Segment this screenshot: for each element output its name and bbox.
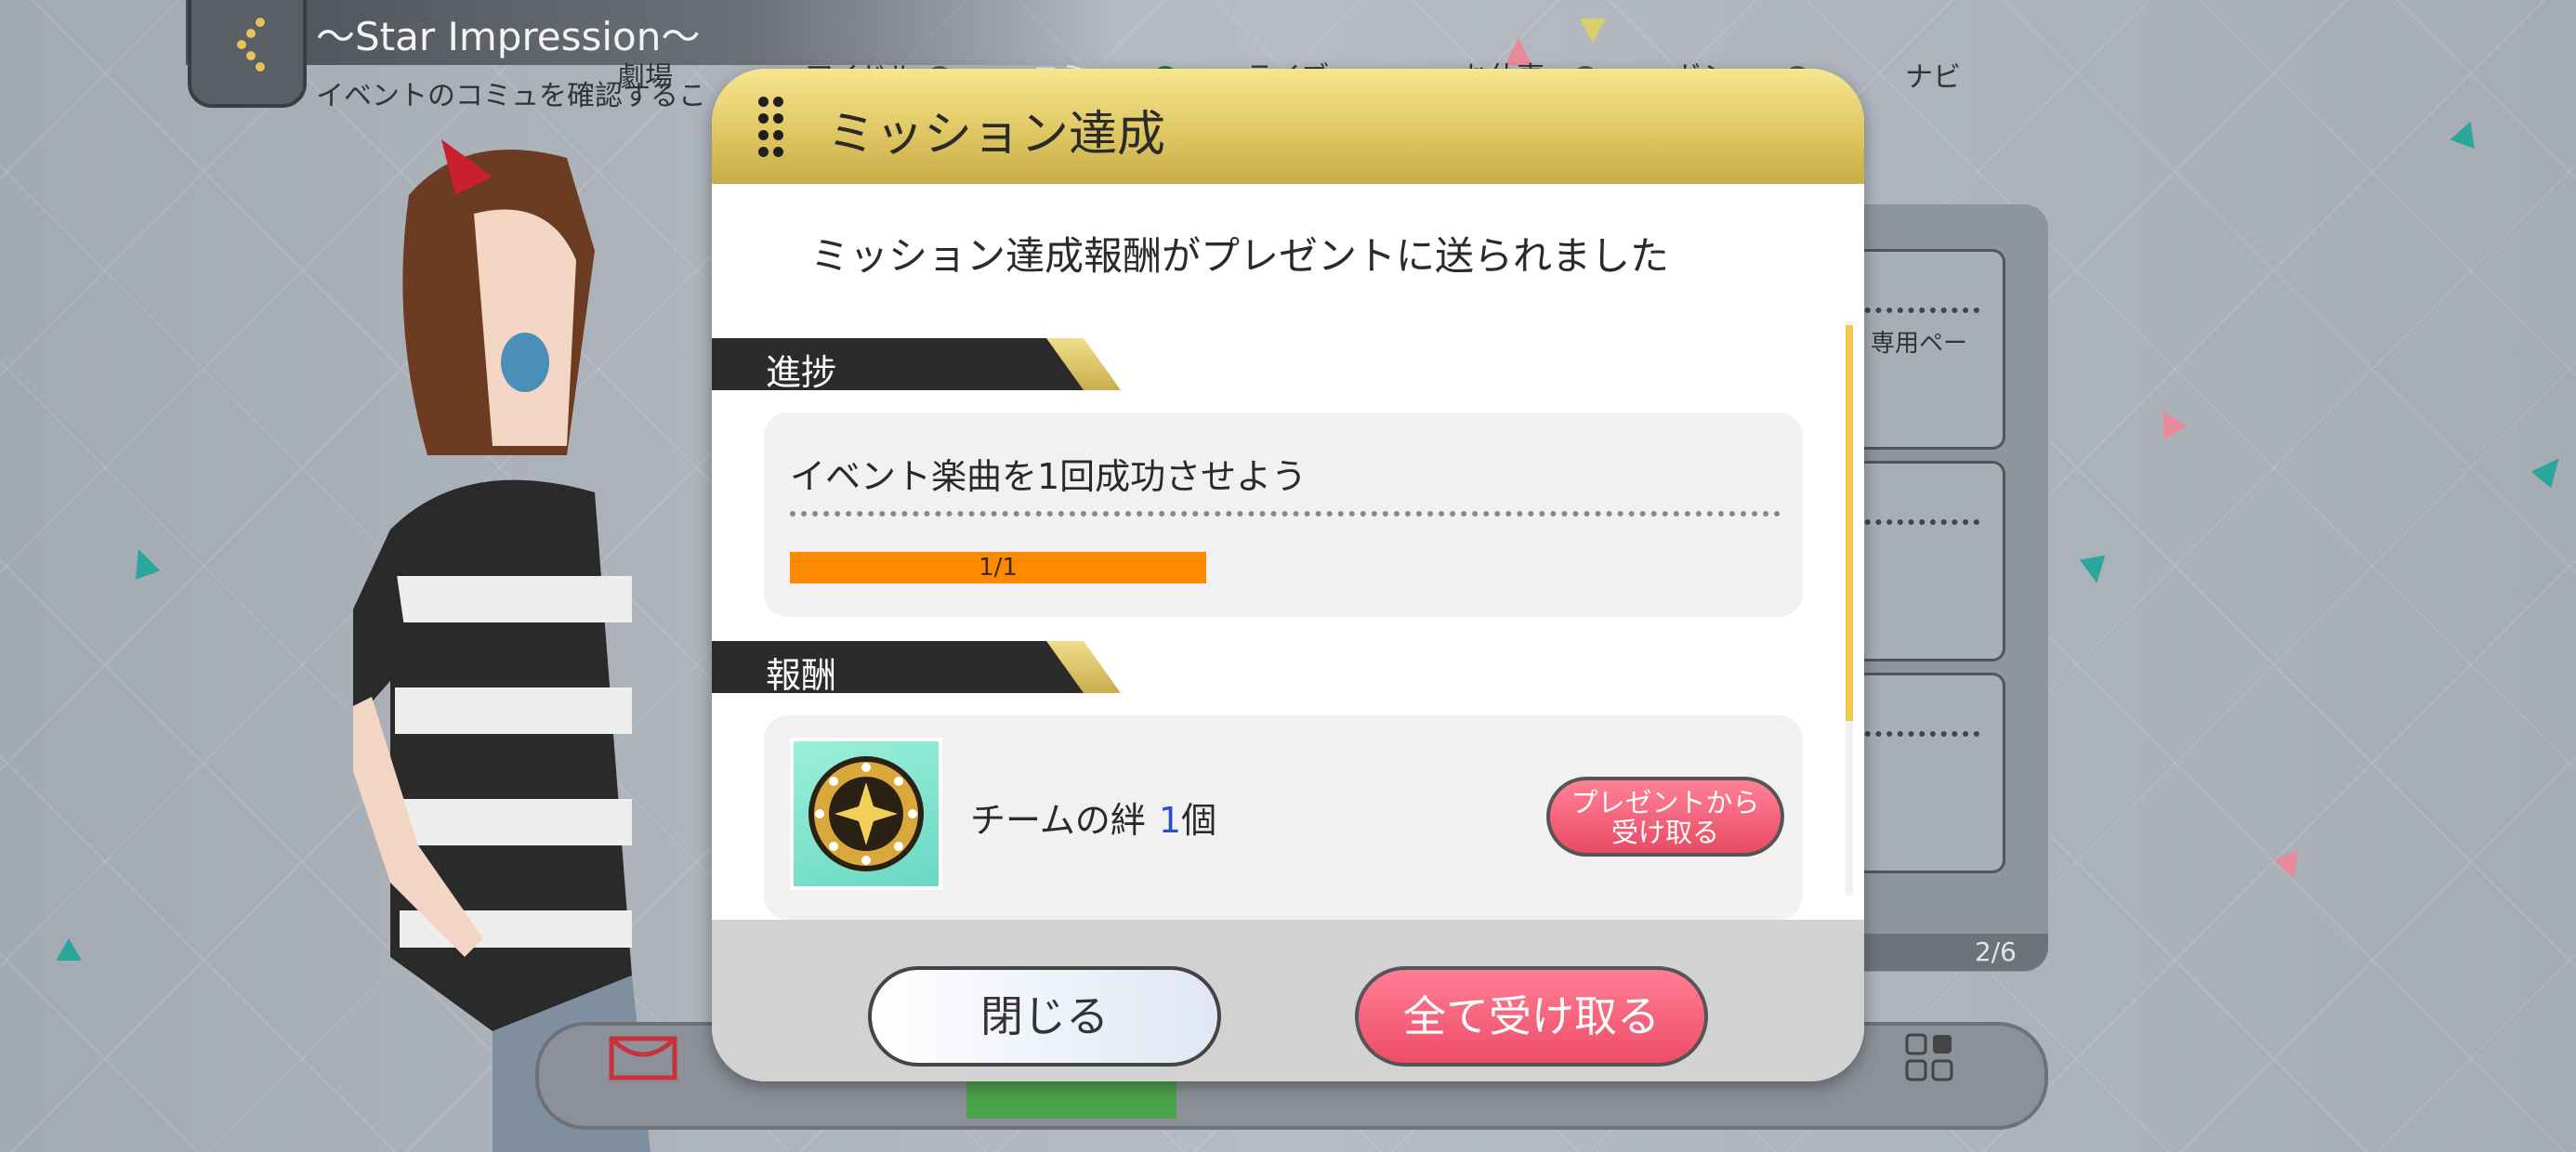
reward-name: チームの絆 1個 [970, 792, 1216, 843]
navi-grid-icon [1905, 1033, 1955, 1083]
receive-all-button[interactable]: 全て受け取る [1355, 966, 1708, 1067]
divider [790, 511, 1781, 517]
progress-bar: 1/1 [790, 552, 1206, 583]
reward-item-name: チームの絆 [970, 800, 1146, 841]
mission-card: イベント楽曲を1回成功させよう 1/1 [764, 412, 1803, 617]
chevron-left-icon [237, 18, 265, 72]
nav-label: ナビ [1905, 61, 1961, 94]
confetti [56, 938, 82, 961]
team-bond-medal-icon [790, 738, 942, 890]
button-label-line: 受け取る [1610, 817, 1719, 848]
scrollbar-thumb[interactable] [1846, 325, 1853, 721]
back-button[interactable] [188, 0, 307, 108]
button-label-line: プレゼントから [1571, 787, 1760, 818]
event-card-text: 専用ペー [1871, 330, 1968, 358]
nav-navi[interactable]: ナビ [1905, 54, 1961, 95]
dialog-title: ミッション達成 [827, 107, 1166, 163]
reward-count: 1 [1158, 800, 1182, 841]
dialog-header: ミッション達成 [712, 69, 1864, 184]
confetti [2079, 555, 2110, 586]
dialog-message: ミッション達成報酬がプレゼントに送られました [810, 233, 1670, 279]
reward-section-header: 報酬 [712, 641, 1121, 696]
mission-complete-dialog: ミッション達成 ミッション達成報酬がプレゼントに送られました 進捗 イベント楽曲… [712, 69, 1864, 1081]
reward-card: チームの絆 1個 プレゼントから 受け取る [764, 715, 1803, 920]
grip-icon [758, 97, 790, 158]
theater-icon [606, 1033, 680, 1081]
confetti [1580, 19, 1606, 43]
mission-text: イベント楽曲を1回成功させよう [790, 456, 1308, 497]
reward-unit: 個 [1181, 800, 1217, 841]
section-title: 報酬 [766, 655, 837, 696]
section-title: 進捗 [766, 352, 837, 393]
nav-theater[interactable]: 劇場 [617, 54, 673, 95]
nav-label: 劇場 [617, 61, 673, 94]
dialog-footer: 閉じる 全て受け取る [712, 920, 1864, 1081]
nav-active-highlight [966, 1076, 1176, 1119]
close-button[interactable]: 閉じる [868, 966, 1221, 1067]
receive-from-present-button[interactable]: プレゼントから 受け取る [1546, 777, 1784, 857]
progress-section-header: 進捗 [712, 338, 1121, 393]
